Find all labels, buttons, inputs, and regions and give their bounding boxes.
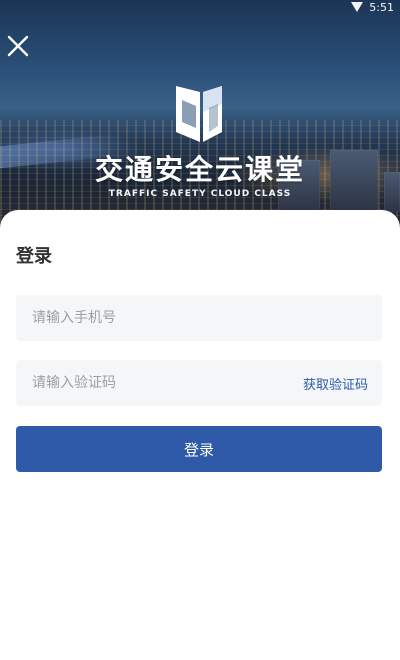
brand: 交通安全云课堂 TRAFFIC SAFETY CLOUD CLASS <box>0 82 400 204</box>
hero-banner: 5:51 交通安全云课堂 TRAFFIC SAFETY CLOUD CLASS <box>0 0 400 240</box>
book-logo-icon <box>176 86 222 142</box>
brand-title: 交通安全云课堂 <box>94 153 305 186</box>
login-title: 登录 <box>16 246 52 267</box>
close-button[interactable] <box>4 32 32 60</box>
brand-subtitle: TRAFFIC SAFETY CLOUD CLASS <box>108 189 292 199</box>
login-button[interactable]: 登录 <box>16 426 382 472</box>
phone-input[interactable] <box>30 309 368 327</box>
login-screen: 5:51 交通安全云课堂 TRAFFIC SAFETY CLOUD CLASS … <box>0 0 400 660</box>
phone-field[interactable] <box>16 295 382 341</box>
status-time: 5:51 <box>369 0 394 14</box>
code-field[interactable]: 获取验证码 <box>16 360 382 406</box>
close-icon <box>7 35 29 57</box>
code-input[interactable] <box>30 374 295 392</box>
status-bar: 5:51 <box>351 0 394 14</box>
signal-icon <box>351 2 364 12</box>
login-button-label: 登录 <box>183 440 214 459</box>
get-code-link[interactable]: 获取验证码 <box>303 374 368 393</box>
login-sheet: 登录 获取验证码 登录 <box>0 210 400 660</box>
